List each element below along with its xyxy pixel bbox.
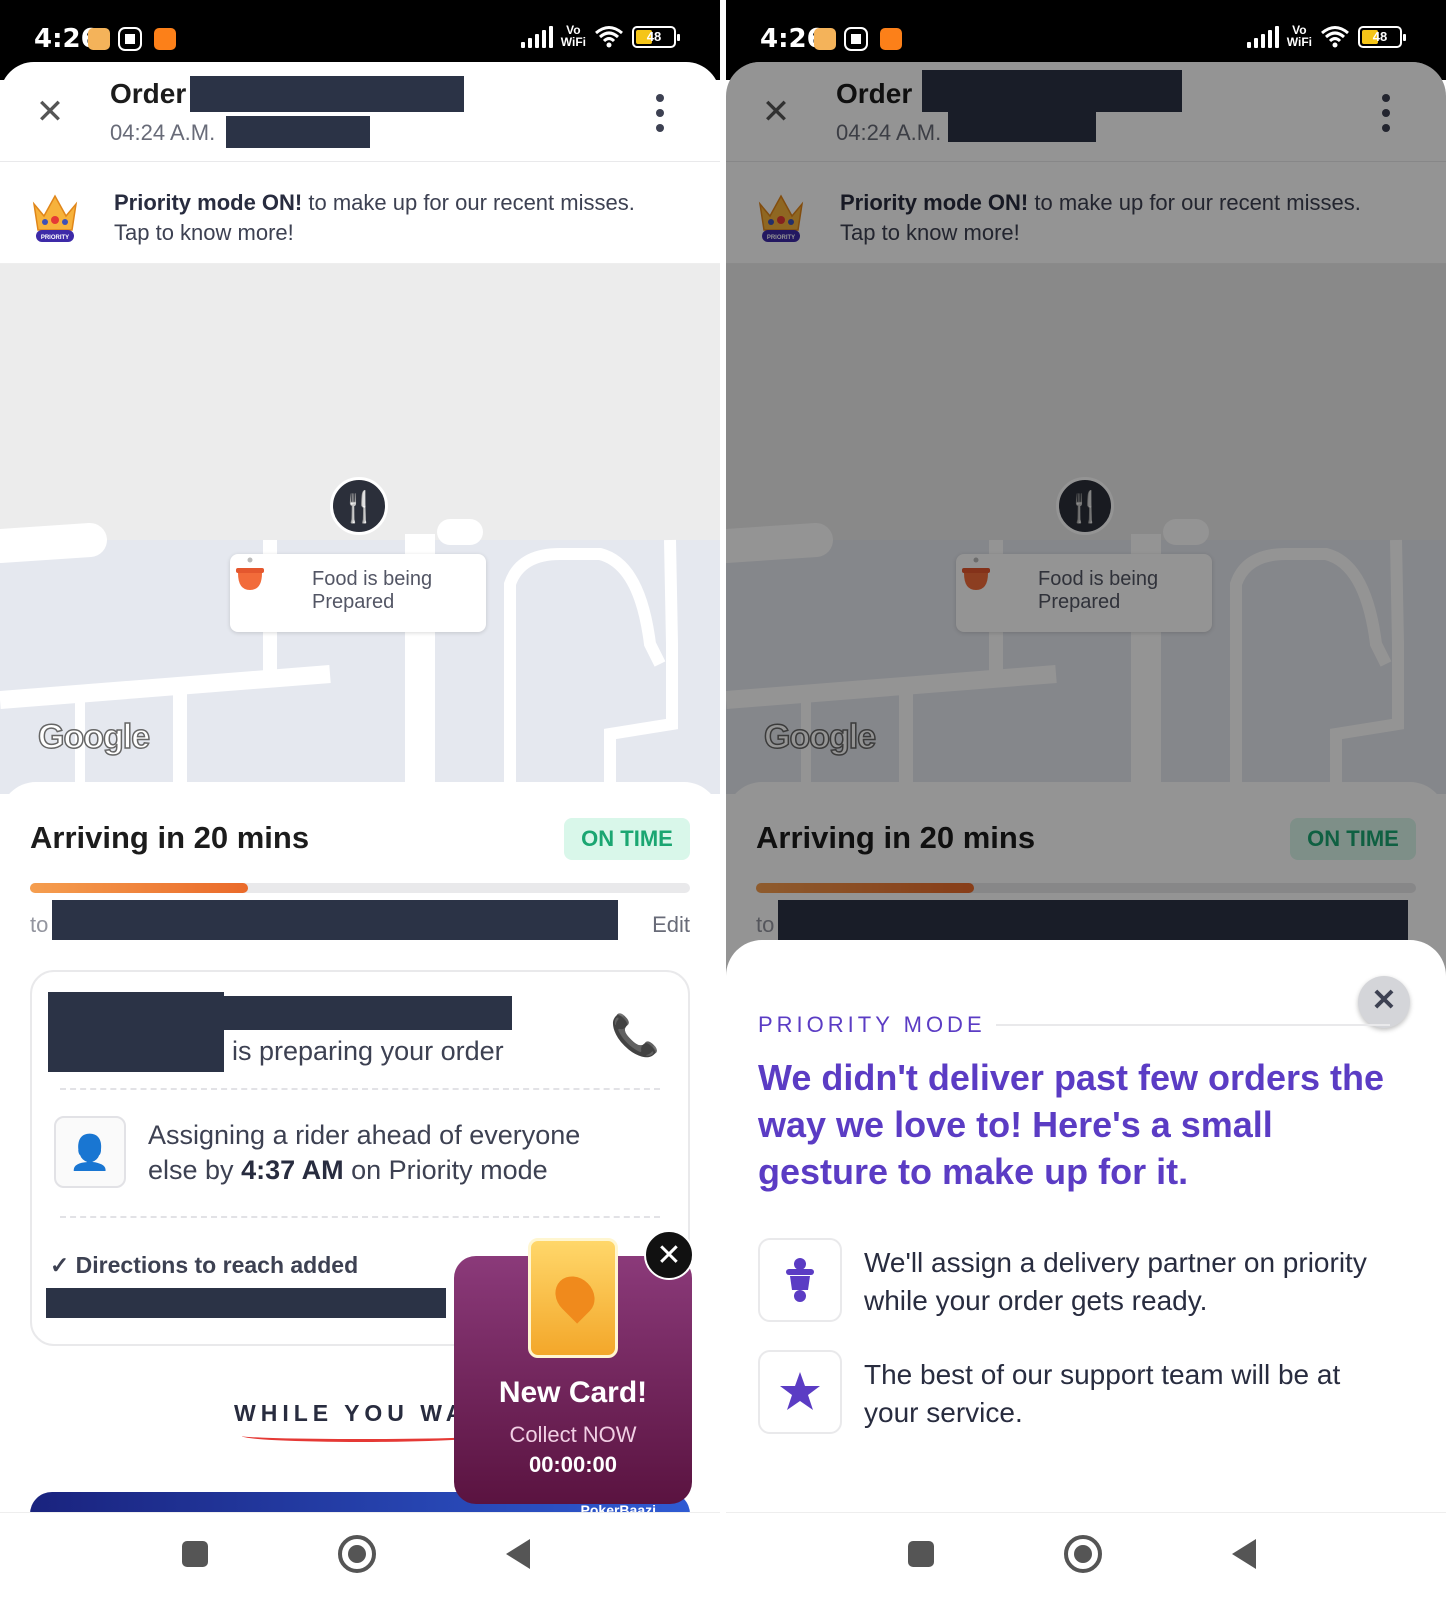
close-popup-icon[interactable]: ✕ [644,1230,694,1280]
signal-icon [520,26,553,48]
new-card-popup[interactable]: ✕ New Card! Collect NOW 00:00:00 [454,1230,694,1504]
restaurant-pin-icon: 🍴 [330,477,388,535]
recents-button[interactable] [182,1541,208,1567]
cooking-pot-icon [236,557,264,590]
status-right: Vo WiFi 48 [1246,23,1406,49]
heading-underline [242,1430,482,1442]
back-button[interactable] [506,1539,530,1569]
benefit-text: The best of our support team will be at … [864,1359,1341,1428]
priority-benefit-item: The best of our support team will be at … [758,1350,1398,1438]
priority-crown-icon: PRIORITY [32,194,78,242]
page: 4:26 Vo WiFi 48 ✕ Order 04:24 A.M. PRIORI… [0,0,1446,1600]
shield-app-icon [118,27,142,51]
priority-badge-text: PRIORITY [41,235,69,241]
order-header: ✕ Order 04:24 A.M. [0,62,720,162]
preparing-text: is preparing your order [232,1036,504,1066]
swiggy-app-icon [880,28,902,50]
redacted-restaurant-name-2 [222,996,512,1030]
priority-banner-text: Priority mode ON! to make up for our rec… [114,190,635,245]
star-support-icon [758,1350,842,1434]
gallery-app-icon [814,28,836,50]
signal-icon [1246,26,1279,48]
new-card-title: New Card! [498,1376,648,1409]
benefit-text: We'll assign a delivery partner on prior… [864,1247,1367,1316]
recents-button[interactable] [908,1541,934,1567]
order-time: 04:24 A.M. [110,120,216,145]
delivery-progress-bar [30,883,690,893]
vowifi-indicator: Vo WiFi [1286,23,1312,49]
nav-bar [726,1512,1446,1600]
home-button[interactable] [338,1535,376,1573]
food-status-text: Food is being Prepared [312,568,433,613]
status-right: Vo WiFi 48 [520,23,680,49]
wifi-icon [595,26,623,48]
to-label: to [30,912,49,937]
delivery-progress-fill [30,883,248,893]
redacted-restaurant-name [48,992,224,1072]
priority-mode-headline: We didn't deliver past few orders the wa… [758,1057,1385,1192]
redacted-order-info [226,116,370,148]
arrival-title: Arriving in 20 mins [30,820,310,855]
order-title: Order [110,78,187,109]
more-vertical-icon[interactable] [656,94,666,132]
battery-icon: 48 [1358,26,1406,48]
divider [60,1088,660,1090]
rider-assign-text: Assigning a rider ahead of everyone else … [148,1120,581,1185]
while-you-wait-heading: WHILE YOU WA [234,1400,468,1426]
map-view[interactable]: Google 🍴 Food is being Prepared [0,264,720,794]
home-button[interactable] [1064,1535,1102,1573]
battery-icon: 48 [632,26,680,48]
divider [60,1216,660,1218]
edit-address-link[interactable]: Edit [652,912,690,938]
redacted-address [52,900,618,940]
vowifi-indicator: Vo WiFi [560,23,586,49]
collect-now-link[interactable]: Collect NOW [454,1422,692,1448]
shield-app-icon [844,27,868,51]
priority-mode-sheet: ✕ PRIORITY MODE We didn't deliver past f… [726,940,1446,1512]
nav-bar [0,1512,720,1600]
on-time-badge: ON TIME [564,818,690,860]
priority-banner[interactable]: PRIORITY Priority mode ON! to make up fo… [0,162,720,264]
priority-benefit-item: We'll assign a delivery partner on prior… [758,1238,1398,1326]
close-sheet-icon[interactable]: ✕ [1358,976,1410,1028]
redacted-directions [46,1288,446,1318]
swiggy-app-icon [154,28,176,50]
delivery-scooter-icon [758,1238,842,1322]
right-screen: 4:26 Vo WiFi 48 ✕ Order 04:24 A.M. PRIORI… [726,0,1446,1600]
redacted-order-id [190,76,464,112]
label-divider [996,1024,1390,1026]
priority-mode-label: PRIORITY MODE [758,1012,986,1037]
back-button[interactable] [1232,1539,1256,1569]
left-screen: 4:26 Vo WiFi 48 ✕ Order 04:24 A.M. PRIORI… [0,0,720,1600]
google-logo: Google [37,717,151,757]
map-status-card: Food is being Prepared [230,554,486,632]
rider-avatar-icon: 👤 [54,1116,126,1188]
gallery-app-icon [88,28,110,50]
close-icon[interactable]: ✕ [34,95,66,129]
countdown-timer: 00:00:00 [528,1452,618,1477]
swiggy-card-icon [528,1238,618,1358]
call-restaurant-icon[interactable]: 📞 [610,1012,660,1059]
directions-added-text: ✓ Directions to reach added [50,1252,359,1278]
wifi-icon [1321,26,1349,48]
